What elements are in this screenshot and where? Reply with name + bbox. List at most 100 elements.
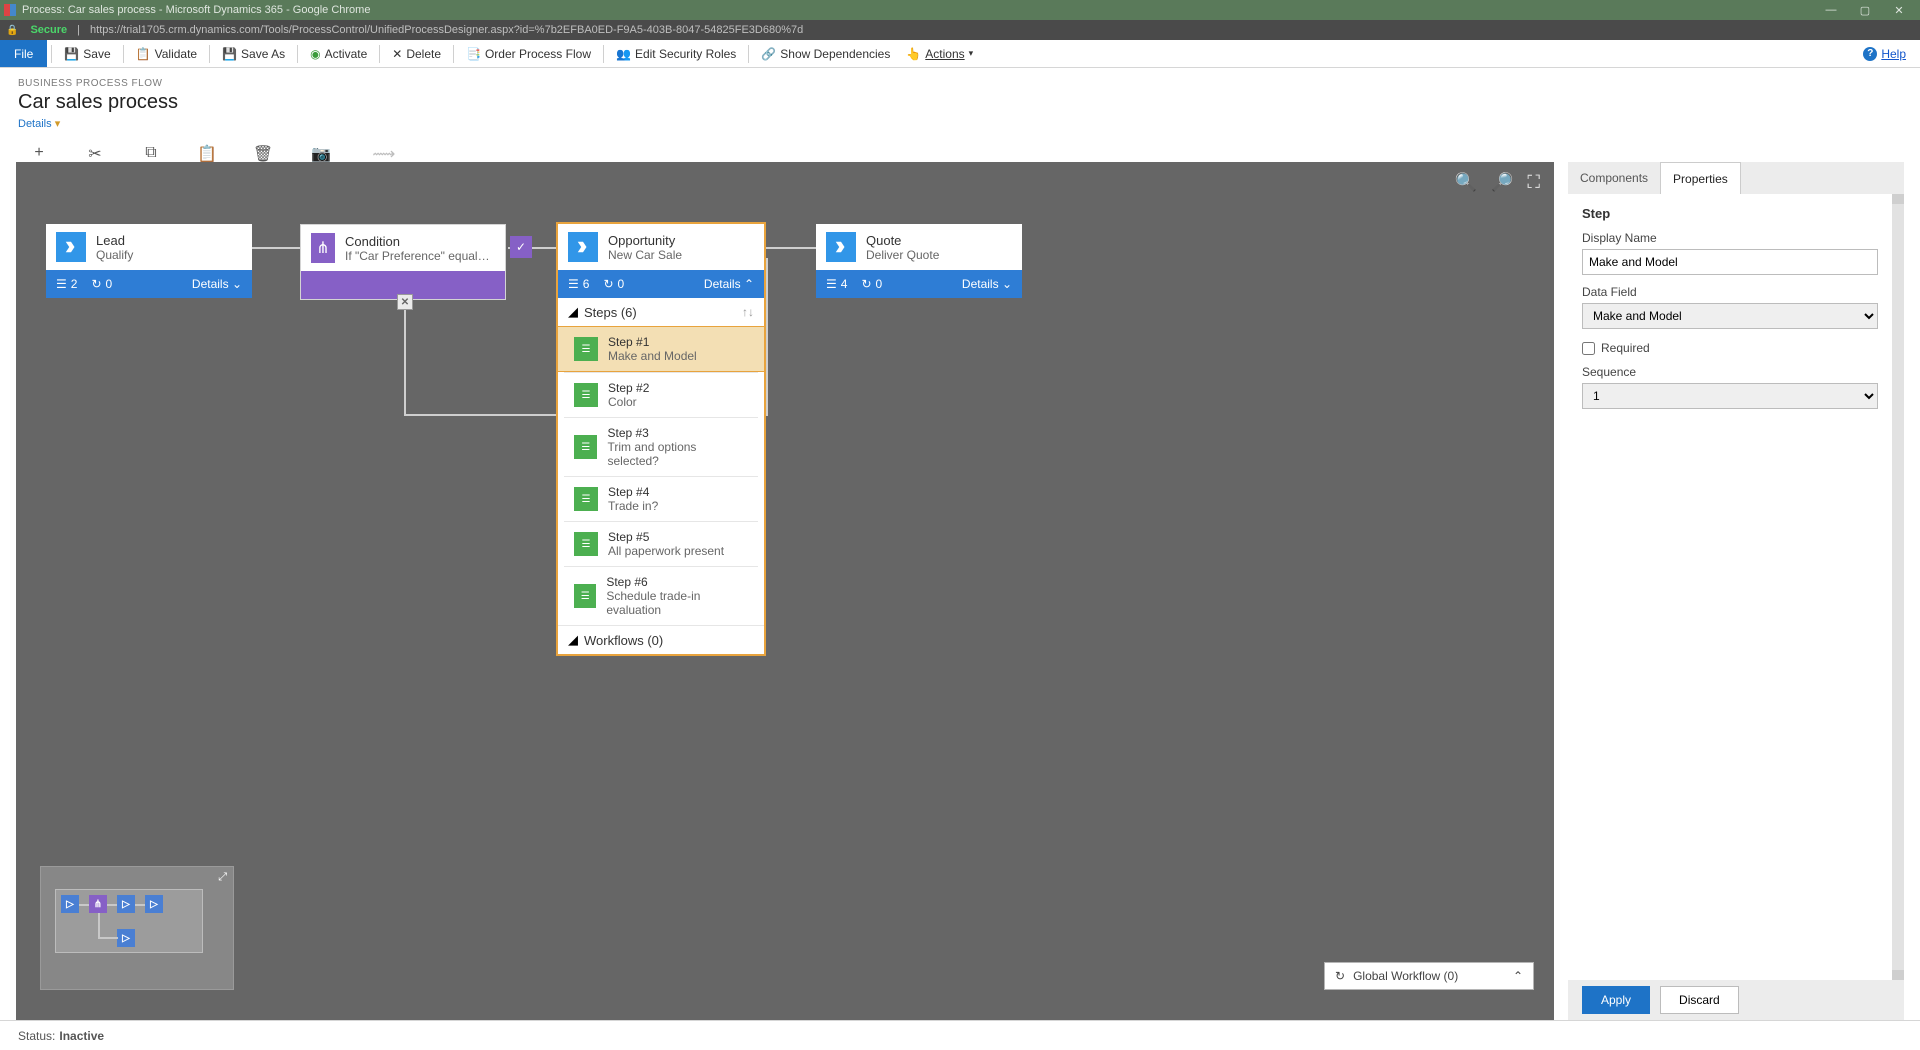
page-header: BUSINESS PROCESS FLOW Car sales process … bbox=[0, 68, 1920, 136]
minimap[interactable]: ⤢ ▷ ⋔ ▷ ▷ ▷ bbox=[40, 866, 234, 990]
page-title: Car sales process bbox=[18, 91, 1902, 114]
window-titlebar: Process: Car sales process - Microsoft D… bbox=[0, 0, 1920, 20]
tab-components[interactable]: Components bbox=[1568, 162, 1660, 194]
file-menu[interactable]: File bbox=[0, 40, 47, 67]
zoom-in-icon[interactable]: 🔎 bbox=[1491, 172, 1513, 193]
condition-false-icon: ✕ bbox=[397, 294, 413, 310]
chevron-down-icon: ⌄ bbox=[1002, 277, 1012, 291]
required-label: Required bbox=[1601, 341, 1650, 355]
step-item[interactable]: ☰ Step #3Trim and options selected? bbox=[564, 417, 758, 476]
ribbon-toolbar: File 💾Save 📋Validate 💾Save As ◉Activate … bbox=[0, 40, 1920, 68]
lock-icon: 🔒 bbox=[6, 25, 18, 36]
edit-security-button[interactable]: 👥Edit Security Roles bbox=[608, 40, 744, 67]
flow-icon bbox=[826, 232, 856, 262]
display-name-input[interactable] bbox=[1582, 249, 1878, 275]
step-icon: ☰ bbox=[574, 532, 598, 556]
refresh-icon: ↻ bbox=[1335, 969, 1345, 983]
steps-header[interactable]: ◢Steps (6)↑↓ bbox=[558, 298, 764, 326]
reorder-arrows[interactable]: ↑↓ bbox=[742, 305, 754, 319]
step-icon: ☰ bbox=[574, 487, 598, 511]
order-icon: 📑 bbox=[466, 47, 481, 61]
sequence-select[interactable]: 1 bbox=[1582, 383, 1878, 409]
step-icon: ☰ bbox=[574, 337, 598, 361]
status-value: Inactive bbox=[59, 1029, 104, 1043]
breadcrumb: BUSINESS PROCESS FLOW bbox=[18, 78, 1902, 89]
delete-button[interactable]: ✕Delete bbox=[384, 40, 449, 67]
copy-icon: ⧉ bbox=[145, 144, 156, 162]
branch-icon: ⋔ bbox=[311, 233, 335, 263]
condition-tile[interactable]: ⋔ Condition If "Car Preference" equals "… bbox=[300, 224, 506, 300]
order-process-button[interactable]: 📑Order Process Flow bbox=[458, 40, 599, 67]
chevron-down-icon: ⌄ bbox=[232, 277, 242, 291]
step-icon: ☰ bbox=[574, 383, 598, 407]
browser-urlbar: 🔒 Secure | https://trial1705.crm.dynamic… bbox=[0, 20, 1920, 40]
chevron-up-icon: ⌃ bbox=[744, 277, 754, 291]
step-item[interactable]: ☰ Step #5All paperwork present bbox=[564, 521, 758, 566]
status-bar: Status: Inactive bbox=[0, 1020, 1920, 1050]
designer-canvas[interactable]: 🔍 🔎 ⛶ Lead Qualify ☰ 2 ↻ 0 Details ⌄ bbox=[16, 162, 1554, 1020]
camera-icon: 📷 bbox=[311, 144, 331, 164]
stage-opportunity[interactable]: Opportunity New Car Sale ☰ 6 ↻ 0 Details… bbox=[556, 222, 766, 656]
step-item[interactable]: ☰ Step #1Make and Model bbox=[558, 326, 764, 372]
zoom-out-icon[interactable]: 🔍 bbox=[1455, 172, 1477, 193]
maximize-button[interactable]: ▢ bbox=[1848, 0, 1882, 20]
help-icon: ? bbox=[1863, 47, 1877, 61]
window-title: Process: Car sales process - Microsoft D… bbox=[22, 4, 370, 16]
save-icon: 💾 bbox=[64, 47, 79, 61]
trash-icon: 🗑 bbox=[253, 144, 273, 164]
header-details-link[interactable]: Details ▾ bbox=[18, 118, 60, 130]
stage-details-toggle[interactable]: Details ⌄ bbox=[192, 277, 242, 291]
steps-panel: ◢Steps (6)↑↓ ☰ Step #1Make and Model ☰ S… bbox=[558, 298, 764, 654]
expand-icon[interactable]: ⤢ bbox=[218, 871, 227, 884]
delete-icon: ✕ bbox=[392, 47, 402, 61]
condition-true-icon: ✓ bbox=[510, 236, 532, 258]
actions-menu[interactable]: 👆Actions ▾ bbox=[898, 40, 981, 67]
minimize-button[interactable]: — bbox=[1814, 0, 1848, 20]
step-item[interactable]: ☰ Step #2Color bbox=[564, 372, 758, 417]
apply-button[interactable]: Apply bbox=[1582, 986, 1650, 1014]
show-dependencies-button[interactable]: 🔗Show Dependencies bbox=[753, 40, 898, 67]
sequence-label: Sequence bbox=[1582, 365, 1878, 379]
chevron-up-icon: ⌃ bbox=[1513, 969, 1523, 983]
panel-scrollbar[interactable] bbox=[1892, 194, 1904, 980]
triangle-icon: ◢ bbox=[568, 304, 578, 320]
validate-icon: 📋 bbox=[136, 47, 151, 61]
steps-count: ☰ 2 bbox=[56, 277, 77, 291]
activate-button[interactable]: ◉Activate bbox=[302, 40, 375, 67]
stage-lead[interactable]: Lead Qualify ☰ 2 ↻ 0 Details ⌄ bbox=[46, 224, 252, 298]
flow-icon bbox=[568, 232, 598, 262]
workflow-count: ↻ 0 bbox=[91, 277, 112, 291]
section-title: Step bbox=[1582, 206, 1878, 221]
paste-icon: 📋 bbox=[197, 144, 217, 164]
stage-details-toggle[interactable]: Details ⌄ bbox=[962, 277, 1012, 291]
save-button[interactable]: 💾Save bbox=[56, 40, 118, 67]
close-button[interactable]: ✕ bbox=[1882, 0, 1916, 20]
required-checkbox[interactable] bbox=[1582, 342, 1595, 355]
stage-details-toggle[interactable]: Details ⌃ bbox=[704, 277, 754, 291]
plus-icon: + bbox=[34, 144, 43, 162]
global-workflow-bar[interactable]: ↻ Global Workflow (0) ⌃ bbox=[1324, 962, 1534, 990]
step-item[interactable]: ☰ Step #4Trade in? bbox=[564, 476, 758, 521]
display-name-label: Display Name bbox=[1582, 231, 1878, 245]
triangle-icon: ◢ bbox=[568, 632, 578, 648]
canvas-controls: 🔍 🔎 ⛶ bbox=[1455, 172, 1540, 193]
step-icon: ☰ bbox=[574, 584, 596, 608]
properties-panel: Components Properties Step Display Name … bbox=[1568, 162, 1904, 1020]
workflows-header[interactable]: ◢Workflows (0) bbox=[558, 625, 764, 654]
activate-icon: ◉ bbox=[310, 47, 320, 61]
secure-label: Secure bbox=[30, 24, 67, 36]
step-icon: ☰ bbox=[574, 435, 597, 459]
tab-properties[interactable]: Properties bbox=[1660, 162, 1741, 194]
workspace: 🔍 🔎 ⛶ Lead Qualify ☰ 2 ↻ 0 Details ⌄ bbox=[16, 162, 1904, 1020]
save-as-button[interactable]: 💾Save As bbox=[214, 40, 293, 67]
validate-button[interactable]: 📋Validate bbox=[128, 40, 205, 67]
stage-quote[interactable]: Quote Deliver Quote ☰ 4 ↻ 0 Details ⌄ bbox=[816, 224, 1022, 298]
flow-icon bbox=[56, 232, 86, 262]
data-field-select[interactable]: Make and Model bbox=[1582, 303, 1878, 329]
step-item[interactable]: ☰ Step #6Schedule trade-in evaluation bbox=[564, 566, 758, 625]
data-field-label: Data Field bbox=[1582, 285, 1878, 299]
fit-screen-icon[interactable]: ⛶ bbox=[1527, 172, 1540, 193]
scissors-icon: ✂ bbox=[88, 144, 101, 164]
help-link[interactable]: ?Help bbox=[1863, 47, 1920, 61]
discard-button[interactable]: Discard bbox=[1660, 986, 1739, 1014]
